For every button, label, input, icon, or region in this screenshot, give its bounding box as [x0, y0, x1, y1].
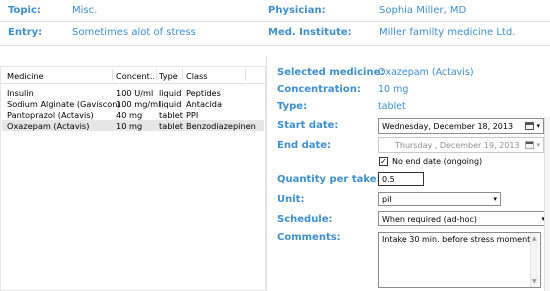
start-date-weekday: Wednesday — [382, 122, 429, 131]
column-header-concentration[interactable]: Concent... — [116, 71, 154, 81]
cell-medicine: Oxazepam (Actavis) — [7, 121, 90, 131]
physician-value: Sophia Miller, MD — [379, 5, 467, 16]
table-row[interactable]: Insulin 100 U/ml liquid Peptides — [2, 87, 264, 98]
column-header-type[interactable]: Type — [159, 71, 178, 81]
cell-type: liquid — [159, 88, 182, 98]
institute-value: Miller familty medicine Ltd. — [379, 27, 516, 38]
chevron-down-icon[interactable]: ▾ — [536, 141, 540, 149]
checkbox-checked-icon[interactable]: ✓ — [379, 157, 388, 166]
panel-divider — [266, 56, 267, 291]
quantity-label: Quantity per take: — [277, 174, 381, 185]
comments-label: Comments: — [277, 232, 341, 243]
physician-label: Physician: — [268, 5, 326, 16]
column-header-medicine[interactable]: Medicine — [7, 71, 44, 81]
type-value: tablet — [378, 101, 406, 112]
cell-class: PPI — [186, 110, 199, 120]
cell-class: Benzodiazepinen — [186, 121, 256, 131]
unit-label: Unit: — [277, 194, 305, 205]
entry-label: Entry: — [8, 27, 43, 38]
comments-textarea[interactable]: Intake 30 min. before stress moment. ▲ ▼ — [378, 232, 541, 288]
concentration-value: 10 mg — [378, 84, 409, 95]
comments-scrollbar[interactable]: ▲ ▼ — [530, 233, 539, 287]
cell-type: liquid — [159, 99, 182, 109]
cell-concentration: 10 mg — [116, 121, 143, 131]
schedule-select[interactable]: When required (ad-hoc) ▾ — [378, 211, 549, 226]
entry-value: Sometimes alot of stress — [72, 27, 196, 38]
cell-type: tablet — [159, 110, 183, 120]
selected-medicine-label: Selected medicine: — [277, 67, 385, 78]
cell-class: Antacida — [186, 99, 223, 109]
cell-concentration: 100 mg/ml — [116, 99, 161, 109]
no-end-date-label: No end date (ongoing) — [392, 157, 483, 166]
cell-medicine: Sodium Alginate (Gaviscon) — [7, 99, 121, 109]
medicine-table[interactable]: Medicine Concent... Type Class Insulin 1… — [0, 66, 266, 291]
end-date-picker[interactable]: Thursday , December 19, 2013 ▾ — [378, 137, 544, 153]
cell-concentration: 40 mg — [116, 110, 143, 120]
scroll-down-icon[interactable]: ▼ — [532, 278, 537, 285]
column-divider[interactable] — [245, 69, 246, 81]
topic-value: Misc. — [72, 5, 98, 16]
institute-label: Med. Institute: — [268, 27, 352, 38]
cell-concentration: 100 U/ml — [116, 88, 154, 98]
cell-medicine: Pantoprazol (Actavis) — [7, 110, 94, 120]
topic-label: Topic: — [8, 5, 41, 16]
type-label: Type: — [277, 101, 308, 112]
end-date-value: December 19, 2013 — [439, 141, 520, 150]
quantity-input[interactable]: 0.5 — [378, 172, 424, 186]
table-header: Medicine Concent... Type Class — [1, 67, 265, 84]
schedule-label: Schedule: — [277, 214, 333, 225]
chevron-down-icon[interactable]: ▾ — [536, 122, 540, 130]
start-date-label: Start date: — [277, 120, 339, 131]
end-date-label: End date: — [277, 140, 332, 151]
end-date-weekday: Thursday — [395, 141, 433, 150]
chevron-down-icon[interactable]: ▾ — [493, 195, 497, 203]
table-row[interactable]: Sodium Alginate (Gaviscon) 100 mg/ml liq… — [2, 98, 264, 109]
cell-medicine: Insulin — [7, 88, 34, 98]
selected-medicine-value: Oxazepam (Actavis) — [378, 67, 474, 78]
column-divider[interactable] — [182, 69, 183, 81]
table-row-selected[interactable]: Oxazepam (Actavis) 10 mg tablet Benzodia… — [2, 120, 264, 131]
start-date-picker[interactable]: Wednesday, December 18, 2013 ▾ — [378, 118, 544, 134]
table-row[interactable]: Pantoprazol (Actavis) 40 mg tablet PPI — [2, 109, 264, 120]
start-date-value: December 18, 2013 — [433, 122, 514, 131]
calendar-icon[interactable] — [525, 141, 534, 149]
scroll-up-icon[interactable]: ▲ — [532, 235, 537, 242]
cell-type: tablet — [159, 121, 183, 131]
calendar-icon[interactable] — [525, 122, 534, 130]
concentration-label: Concentration: — [277, 84, 361, 95]
cell-class: Peptides — [186, 88, 221, 98]
column-divider[interactable] — [156, 69, 157, 81]
unit-select[interactable]: pil ▾ — [378, 192, 501, 206]
header-divider-bottom — [0, 45, 550, 46]
header-divider — [0, 21, 550, 22]
column-header-class[interactable]: Class — [186, 71, 208, 81]
panel-scrollbar[interactable] — [544, 117, 550, 291]
column-divider[interactable] — [112, 69, 113, 81]
